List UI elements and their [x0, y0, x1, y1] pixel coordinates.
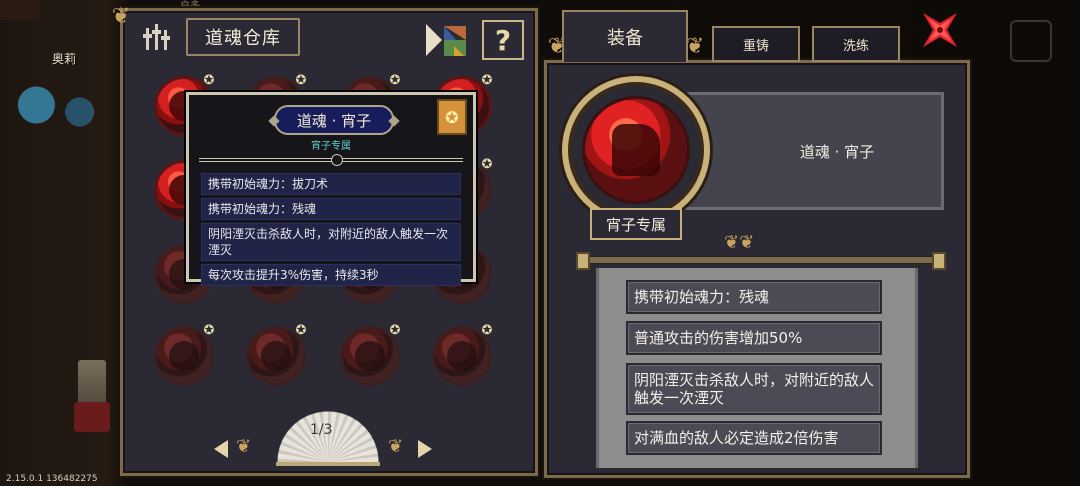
close-icon[interactable] — [914, 4, 966, 56]
star-icon: ✪ — [389, 73, 401, 88]
panel-title: 道魂仓库 — [186, 18, 300, 56]
soul-tooltip: 道魂 · 宵子 ✪ 宵子专属 携带初始魂力：拔刀术 携带初始魂力：残魂 阴阳湮灭… — [186, 92, 476, 286]
tab-refine[interactable]: 洗练 — [812, 26, 900, 62]
fan-page-indicator — [276, 410, 380, 466]
star-icon: ✪ — [295, 73, 307, 88]
tooltip-effect-list: 携带初始魂力：拔刀术 携带初始魂力：残魂 阴阳湮灭击杀敌人时，对附近的敌人触发一… — [201, 173, 461, 289]
exclusive-tag: 宵子专属 — [590, 208, 682, 240]
soul-glyph-icon — [169, 341, 199, 371]
soul-glyph-icon — [355, 341, 385, 371]
star-icon: ✪ — [203, 73, 215, 88]
filter-icon[interactable] — [140, 22, 172, 52]
prev-page-button[interactable] — [214, 440, 228, 458]
effect-item: 阴阳湮灭击杀敌人时，对附近的敌人触发一次湮灭 — [626, 363, 882, 415]
tooltip-subtitle: 宵子专属 — [311, 141, 351, 152]
tooltip-title: 道魂 · 宵子 — [274, 105, 394, 135]
beast-glyph-icon — [612, 124, 660, 176]
help-button[interactable]: ? — [482, 20, 524, 60]
pager-ornament-left-icon: ❦ — [236, 436, 252, 457]
effect-item: 携带初始魂力：残魂 — [626, 280, 882, 314]
effect-item: 对满血的敌人必定造成2倍伤害 — [626, 421, 882, 455]
star-icon: ✪ — [481, 323, 493, 338]
star-icon: ✪ — [295, 323, 307, 338]
tab-reforge[interactable]: 重铸 — [712, 26, 800, 62]
tooltip-effect: 每次攻击提升3%伤害，持续3秒 — [201, 264, 461, 286]
pedestal-base — [74, 402, 110, 432]
corner-ornament-icon: ❦ — [111, 4, 131, 29]
tooltip-effect: 阴阳湮灭击杀敌人时，对附近的敌人触发一次湮灭 — [201, 223, 461, 261]
page-number: 1/3 — [310, 422, 333, 438]
pager-ornament-right-icon: ❦ — [388, 436, 404, 457]
soul-glyph-icon — [447, 341, 477, 371]
star-icon: ✪ — [481, 73, 493, 88]
tooltip-effect: 携带初始魂力：拔刀术 — [201, 173, 461, 195]
soul-glyph-icon — [261, 341, 291, 371]
version-label: 2.15.0.1 136482275 — [6, 474, 98, 484]
scene-object — [1010, 20, 1052, 62]
player-sprite — [4, 70, 112, 140]
effect-item: 普通攻击的伤害增加50% — [626, 321, 882, 355]
tab-equip[interactable]: 装备 — [562, 10, 688, 62]
next-page-button[interactable] — [418, 440, 432, 458]
star-badge-icon: ✪ — [437, 99, 467, 135]
scene-wall — [0, 0, 40, 20]
tangram-icon[interactable] — [424, 22, 468, 58]
divider — [199, 154, 463, 166]
star-icon: ✪ — [481, 157, 493, 172]
star-icon: ✪ — [203, 323, 215, 338]
star-icon: ✪ — [389, 323, 401, 338]
player-name-label: 奥莉 — [52, 52, 77, 66]
tooltip-effect: 携带初始魂力：残魂 — [201, 198, 461, 220]
scroll-ornament-icon: ❦❦ — [724, 232, 755, 253]
